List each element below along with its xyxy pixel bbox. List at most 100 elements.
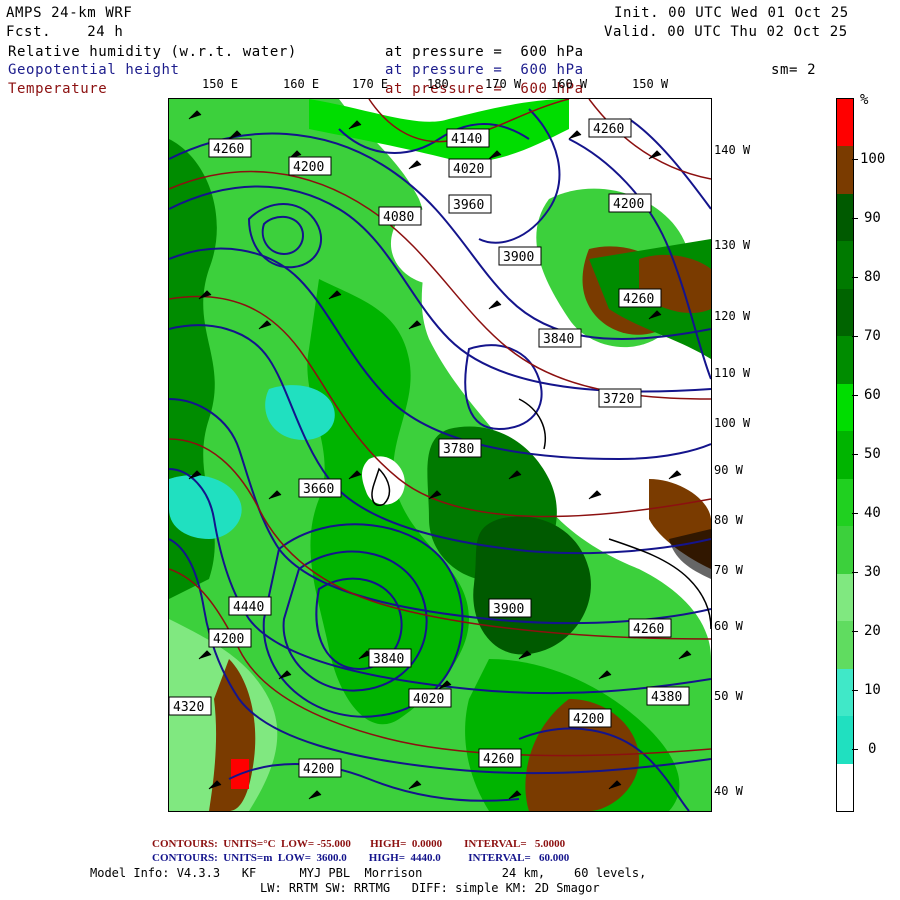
height-label-box: 4200 xyxy=(288,156,332,176)
height-label: 3840 xyxy=(543,332,574,347)
colorbar-tick-label: 60 xyxy=(864,387,881,403)
height-label-box: 3720 xyxy=(598,388,642,408)
height-label: 4260 xyxy=(623,292,654,307)
colorbar-band xyxy=(837,431,853,480)
colorbar-tick xyxy=(852,749,858,750)
lon-label: 160 W xyxy=(551,77,588,91)
colorbar-tick-label: 10 xyxy=(864,682,881,698)
height-label-box: 4080 xyxy=(378,206,422,226)
height-label-box: 3780 xyxy=(438,438,482,458)
temperature-contour-info: CONTOURS: UNITS=°C LOW= -55.000 HIGH= 0.… xyxy=(152,838,566,850)
lat-label: 40 W xyxy=(714,784,743,798)
colorbar-tick xyxy=(852,218,858,219)
colorbar-tick xyxy=(852,395,858,396)
lat-label: 130 W xyxy=(714,238,751,252)
field1-level: at pressure = 600 hPa xyxy=(385,44,584,60)
colorbar-band xyxy=(837,763,853,812)
colorbar-tick-label: 30 xyxy=(864,564,881,580)
height-label: 3660 xyxy=(303,482,334,497)
height-label: 3900 xyxy=(493,602,524,617)
height-label-box: 4200 xyxy=(608,193,652,213)
map-panel: 4260 4200 4140 4080 4020 3960 3900 3840 … xyxy=(168,98,712,812)
lat-label: 100 W xyxy=(714,416,751,430)
lat-label: 90 W xyxy=(714,463,743,477)
height-label: 4020 xyxy=(413,692,444,707)
colorbar-tick xyxy=(852,159,858,160)
height-label-box: 3900 xyxy=(488,598,532,618)
colorbar-band xyxy=(837,668,853,717)
height-label-box: 4200 xyxy=(568,708,612,728)
height-label-box: 4260 xyxy=(618,288,662,308)
height-label: 4260 xyxy=(633,622,664,637)
colorbar-band xyxy=(837,526,853,575)
lon-label: 150 W xyxy=(632,77,669,91)
smoothing-label: sm= 2 xyxy=(771,62,817,78)
height-label: 3720 xyxy=(603,392,634,407)
valid-time: Valid. 00 UTC Thu 02 Oct 25 xyxy=(604,24,848,40)
lon-label: 170 E xyxy=(352,77,389,91)
colorbar-tick-label: 80 xyxy=(864,269,881,285)
height-label-box: 4260 xyxy=(208,138,252,158)
model-title: AMPS 24-km WRF xyxy=(6,5,133,21)
height-label: 4080 xyxy=(383,210,414,225)
field2-level: at pressure = 600 hPa xyxy=(385,62,584,78)
lat-label: 110 W xyxy=(714,366,751,380)
height-label: 4140 xyxy=(451,132,482,147)
height-label: 4440 xyxy=(233,600,264,615)
field1-name: Relative humidity (w.r.t. water) xyxy=(8,44,297,60)
height-label-box: 4200 xyxy=(298,758,342,778)
height-label-box: 4440 xyxy=(228,596,272,616)
colorbar-tick xyxy=(852,277,858,278)
lat-label: 80 W xyxy=(714,513,743,527)
colorbar-tick-label: 100 xyxy=(860,151,886,167)
colorbar-band xyxy=(837,146,853,195)
colorbar-band xyxy=(837,336,853,385)
colorbar-band xyxy=(837,383,853,432)
height-label: 4260 xyxy=(213,142,244,157)
height-label: 4200 xyxy=(293,160,324,175)
colorbar-tick-label: 90 xyxy=(864,210,881,226)
height-label-box: 3960 xyxy=(448,194,492,214)
colorbar-tick xyxy=(852,513,858,514)
height-label: 3900 xyxy=(503,250,534,265)
height-label-box: 4260 xyxy=(628,618,672,638)
colorbar-tick-label: 0 xyxy=(868,741,877,757)
height-label-box: 4020 xyxy=(448,158,492,178)
colorbar-tick-label: 20 xyxy=(864,623,881,639)
lat-label: 140 W xyxy=(714,143,751,157)
colorbar-tick xyxy=(852,454,858,455)
init-time: Init. 00 UTC Wed 01 Oct 25 xyxy=(614,5,849,21)
colorbar-band xyxy=(837,99,853,147)
height-label-box: 4320 xyxy=(169,696,212,716)
lon-label: 170 W xyxy=(485,77,522,91)
colorbar-band xyxy=(837,241,853,290)
height-label-box: 4020 xyxy=(408,688,452,708)
lon-label: 180 xyxy=(427,77,449,91)
height-label: 3840 xyxy=(373,652,404,667)
lon-label: 160 E xyxy=(283,77,320,91)
lon-label: 150 E xyxy=(202,77,239,91)
height-label-box: 3660 xyxy=(298,478,342,498)
height-label-box: 4140 xyxy=(446,128,490,148)
colorbar-band xyxy=(837,478,853,527)
height-label-box: 3840 xyxy=(368,648,412,668)
height-label: 3780 xyxy=(443,442,474,457)
height-label: 4380 xyxy=(651,690,682,705)
height-contour-info: CONTOURS: UNITS=m LOW= 3600.0 HIGH= 4440… xyxy=(152,852,570,864)
height-label: 4320 xyxy=(173,700,204,715)
colorbar-unit: % xyxy=(860,92,870,108)
colorbar-tick xyxy=(852,572,858,573)
height-label-box: 3900 xyxy=(498,246,542,266)
lat-label: 60 W xyxy=(714,619,743,633)
height-label: 4260 xyxy=(483,752,514,767)
height-label: 3960 xyxy=(453,198,484,213)
height-label: 4260 xyxy=(593,122,624,137)
field3-name: Temperature xyxy=(8,81,108,97)
colorbar-tick-label: 40 xyxy=(864,505,881,521)
lat-label: 50 W xyxy=(714,689,743,703)
colorbar-tick-label: 50 xyxy=(864,446,881,462)
colorbar-tick xyxy=(852,631,858,632)
colorbar xyxy=(836,98,854,812)
lat-label: 120 W xyxy=(714,309,751,323)
field2-name: Geopotential height xyxy=(8,62,180,78)
